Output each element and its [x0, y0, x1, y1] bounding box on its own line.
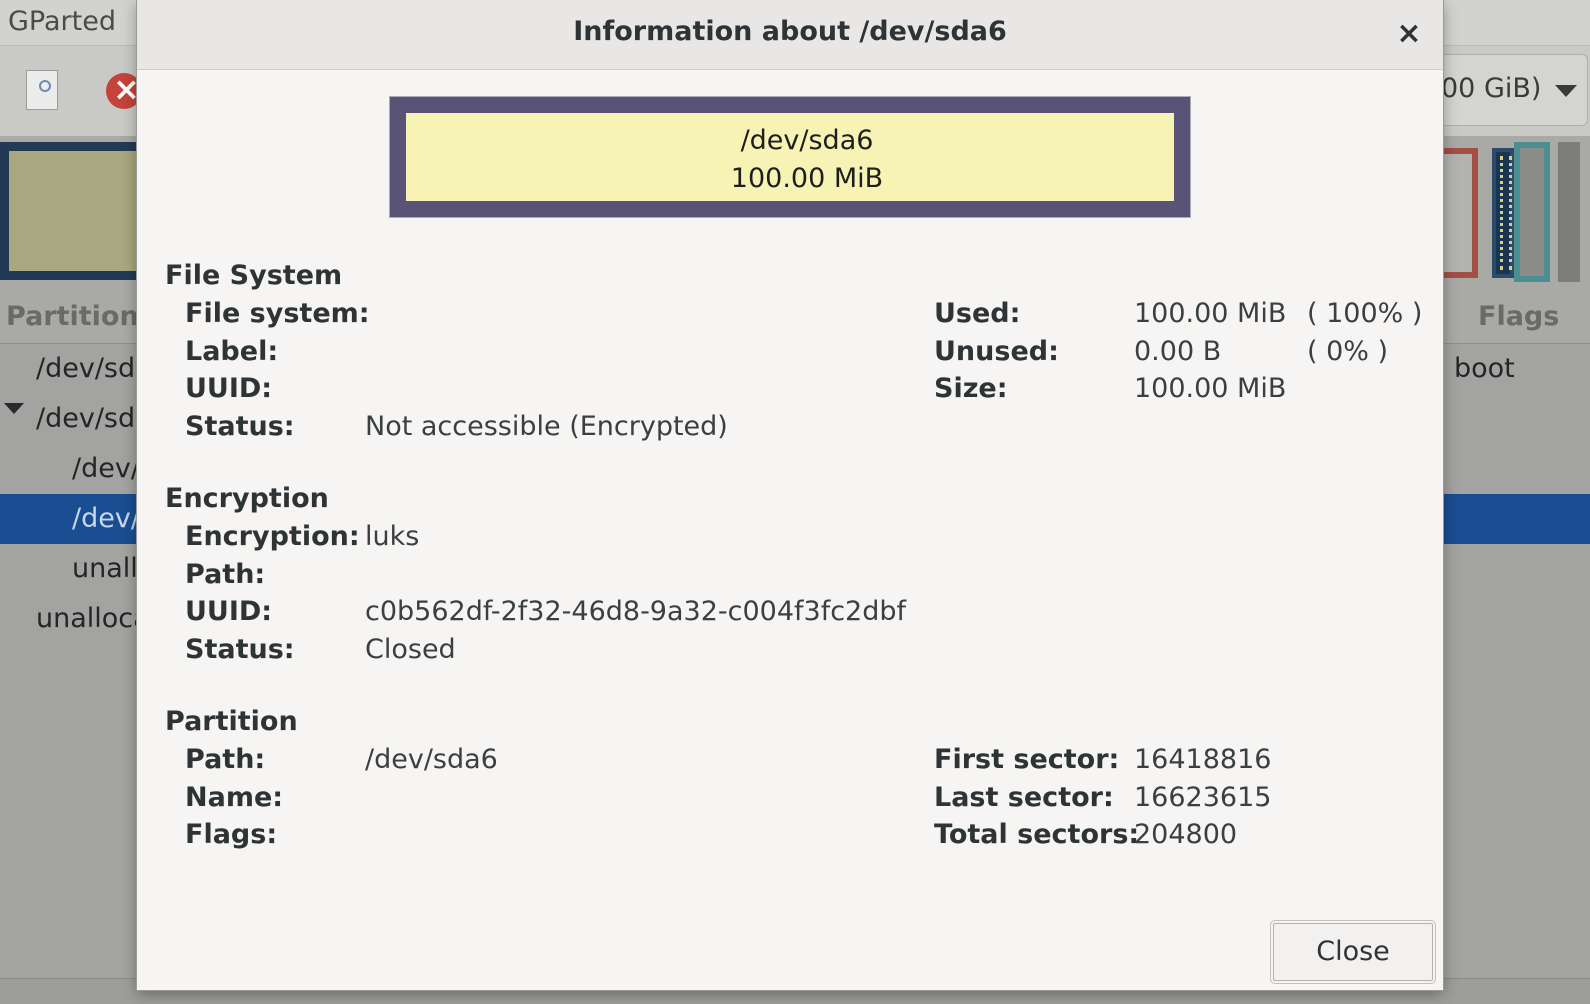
- disk-map-partition-1-fill: [9, 151, 140, 271]
- partition-name: unalloca: [36, 603, 150, 634]
- disk-map-partition-selected[interactable]: [1492, 148, 1514, 278]
- field-label-enc-status: Status:: [185, 634, 295, 665]
- usage-percent-unused: ( 0% ): [1307, 336, 1389, 367]
- field-value-enc-uuid: c0b562df-2f32-46d8-9a32-c004f3fc2dbf: [365, 596, 907, 627]
- field-label-flags: Flags:: [185, 819, 278, 850]
- partition-name: unall: [72, 553, 138, 584]
- section-heading-file-system: File System: [165, 260, 343, 291]
- chevron-down-icon: [1555, 85, 1577, 97]
- field-label-path: Path:: [185, 744, 266, 775]
- usage-percent-used: ( 100% ): [1307, 298, 1423, 329]
- partition-graphic-size: 100.00 MiB: [730, 163, 884, 194]
- field-value-path: /dev/sda6: [365, 744, 498, 775]
- usage-label-unused: Unused:: [934, 336, 1059, 367]
- usage-label-used: Used:: [934, 298, 1021, 329]
- partition-name: /dev/sda: [36, 353, 152, 384]
- usage-label-size: Size:: [934, 373, 1008, 404]
- expander-arrow-icon[interactable]: [4, 403, 24, 414]
- usage-value-size: 100.00 MiB: [1134, 373, 1287, 404]
- partition-info-dialog: Information about /dev/sda6 × /dev/sda6 …: [137, 0, 1443, 990]
- field-label-name: Name:: [185, 782, 284, 813]
- disk-map-partition-unallocated-2[interactable]: [1558, 142, 1580, 282]
- partition-name: /dev/: [72, 453, 140, 484]
- field-label-encryption: Encryption:: [185, 521, 360, 552]
- field-value-enc-status: Closed: [365, 634, 456, 665]
- disk-map-partition-unallocated[interactable]: [1514, 142, 1550, 282]
- field-label-file-system: File system:: [185, 298, 370, 329]
- sector-value-total: 204800: [1134, 819, 1238, 850]
- sector-label-total: Total sectors:: [934, 819, 1140, 850]
- partition-name: /dev/: [72, 503, 140, 534]
- new-partition-icon[interactable]: [26, 70, 58, 110]
- sector-value-last: 16623615: [1134, 782, 1272, 813]
- usage-value-unused: 0.00 B: [1134, 336, 1222, 367]
- app-title: GParted: [8, 6, 116, 37]
- dialog-header: Information about /dev/sda6 ×: [137, 0, 1443, 70]
- field-value-fs-status: Not accessible (Encrypted): [365, 411, 728, 442]
- field-label-enc-uuid: UUID:: [185, 596, 273, 627]
- partition-flags: boot: [1454, 353, 1515, 384]
- partition-name: /dev/sda: [36, 403, 152, 434]
- partition-graphic-name: /dev/sda6: [740, 125, 874, 156]
- device-selector[interactable]: 00 GiB): [1426, 54, 1588, 126]
- field-label-enc-path: Path:: [185, 559, 266, 590]
- dialog-title: Information about /dev/sda6: [573, 16, 1007, 47]
- section-heading-encryption: Encryption: [165, 483, 329, 514]
- section-heading-partition: Partition: [165, 706, 298, 737]
- column-header-partition[interactable]: Partition: [6, 301, 139, 332]
- sector-label-last: Last sector:: [934, 782, 1114, 813]
- field-label-fs-uuid: UUID:: [185, 373, 273, 404]
- field-label-label: Label:: [185, 336, 279, 367]
- field-value-encryption: luks: [365, 521, 420, 552]
- device-selector-label: 00 GiB): [1441, 73, 1542, 104]
- column-header-flags[interactable]: Flags: [1478, 301, 1559, 332]
- close-icon[interactable]: ×: [1389, 14, 1429, 54]
- sector-label-first: First sector:: [934, 744, 1120, 775]
- field-label-fs-status: Status:: [185, 411, 295, 442]
- usage-value-used: 100.00 MiB: [1134, 298, 1287, 329]
- partition-graphic: /dev/sda6 100.00 MiB: [389, 96, 1191, 218]
- sector-value-first: 16418816: [1134, 744, 1272, 775]
- close-button[interactable]: Close: [1270, 920, 1436, 984]
